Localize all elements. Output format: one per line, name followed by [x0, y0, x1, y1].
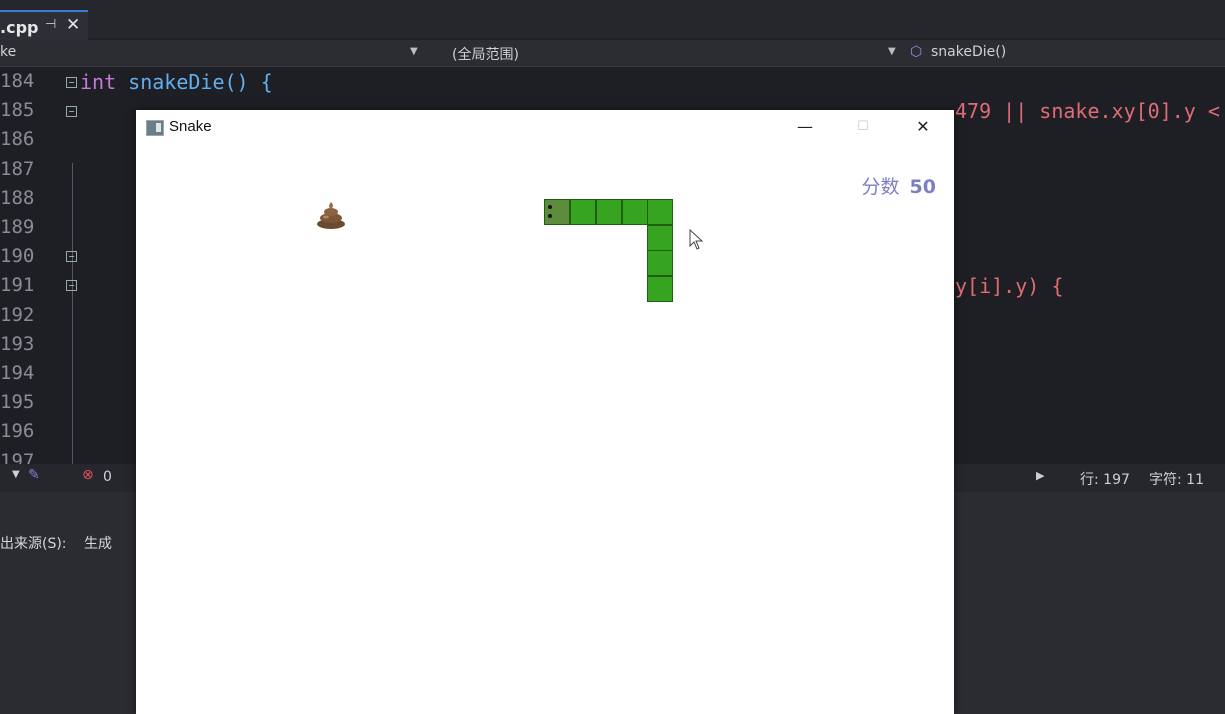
snake-head: [544, 199, 570, 225]
snake-segment: [622, 199, 648, 225]
fold-toggle-icon[interactable]: −: [66, 280, 77, 291]
code-line-191-tail: y[i].y) {: [955, 274, 1064, 298]
snake-segment: [647, 250, 673, 276]
error-icon[interactable]: ⊗: [82, 467, 94, 483]
line-number: 189: [0, 216, 35, 238]
snake-window: Snake — ☐ ✕ 分数 50: [136, 110, 954, 714]
score-label: 分数: [861, 176, 900, 198]
cursor-line: 行: 197: [1080, 472, 1130, 488]
fold-toggle-icon[interactable]: −: [66, 77, 77, 88]
scope-dropdown[interactable]: (全局范围): [452, 44, 519, 64]
score-display: 分数 50: [861, 172, 936, 199]
code-line-184: int snakeDie() {: [80, 70, 273, 94]
chevron-down-icon[interactable]: ▼: [888, 46, 896, 57]
line-number: 192: [0, 303, 35, 326]
error-count: 0: [103, 469, 112, 485]
snake-segment: [596, 199, 622, 225]
window-titlebar[interactable]: Snake — ☐ ✕: [136, 110, 954, 144]
line-number: 195: [0, 391, 35, 414]
play-icon[interactable]: ▶: [1036, 469, 1044, 482]
game-canvas[interactable]: 分数 50: [136, 144, 954, 714]
line-number: 193: [0, 332, 35, 355]
cube-icon: ⬡: [910, 44, 923, 60]
score-value: 50: [909, 176, 936, 198]
line-number: 188: [0, 186, 35, 209]
minimize-button[interactable]: —: [782, 114, 828, 140]
line-number: 196: [0, 420, 35, 443]
line-number: 184: [0, 70, 35, 92]
output-source-dropdown[interactable]: 生成: [84, 533, 112, 553]
fold-toggle-icon[interactable]: −: [66, 251, 77, 262]
snake-eye: [548, 205, 552, 209]
snake-segment: [647, 276, 673, 302]
line-number: 191: [0, 274, 35, 297]
line-number: 190: [0, 245, 35, 268]
poop-icon: [317, 202, 345, 229]
git-icon[interactable]: ✎: [28, 467, 40, 483]
output-source-label: 出来源(S):: [0, 536, 67, 552]
chevron-down-icon[interactable]: ▼: [410, 46, 418, 57]
snake-segment: [647, 199, 673, 225]
close-button[interactable]: ✕: [900, 114, 946, 140]
snake-eye: [548, 214, 552, 218]
fold-toggle-icon[interactable]: −: [66, 106, 77, 117]
app-icon: [146, 120, 164, 136]
window-title: Snake: [169, 118, 212, 135]
chevron-down-icon[interactable]: ▼: [12, 469, 20, 480]
ide-navigation-bar: ke ▼ (全局范围) ▼ ⬡ snakeDie(): [0, 40, 1225, 67]
maximize-button[interactable]: ☐: [840, 114, 886, 140]
line-number: 185: [0, 99, 35, 122]
cursor-column: 字符: 11: [1149, 472, 1204, 488]
line-number: 187: [0, 157, 35, 180]
line-number: 186: [0, 128, 35, 151]
mouse-pointer-icon: [689, 229, 704, 250]
function-dropdown[interactable]: snakeDie(): [931, 44, 1006, 60]
ide-tab-bar: .cpp ⊣ ✕: [0, 0, 1225, 42]
code-line-185-tail: 479 || snake.xy[0].y < 0: [955, 99, 1225, 123]
tab-file-name: .cpp: [0, 18, 39, 37]
pin-icon[interactable]: ⊣: [45, 17, 56, 32]
line-number: 194: [0, 362, 35, 384]
snake-segment: [647, 225, 673, 251]
tab-source-file[interactable]: .cpp ⊣ ✕: [0, 10, 88, 42]
snake-segment: [570, 199, 596, 225]
project-scope-dropdown[interactable]: ke: [0, 44, 16, 60]
close-tab-icon[interactable]: ✕: [66, 15, 80, 35]
